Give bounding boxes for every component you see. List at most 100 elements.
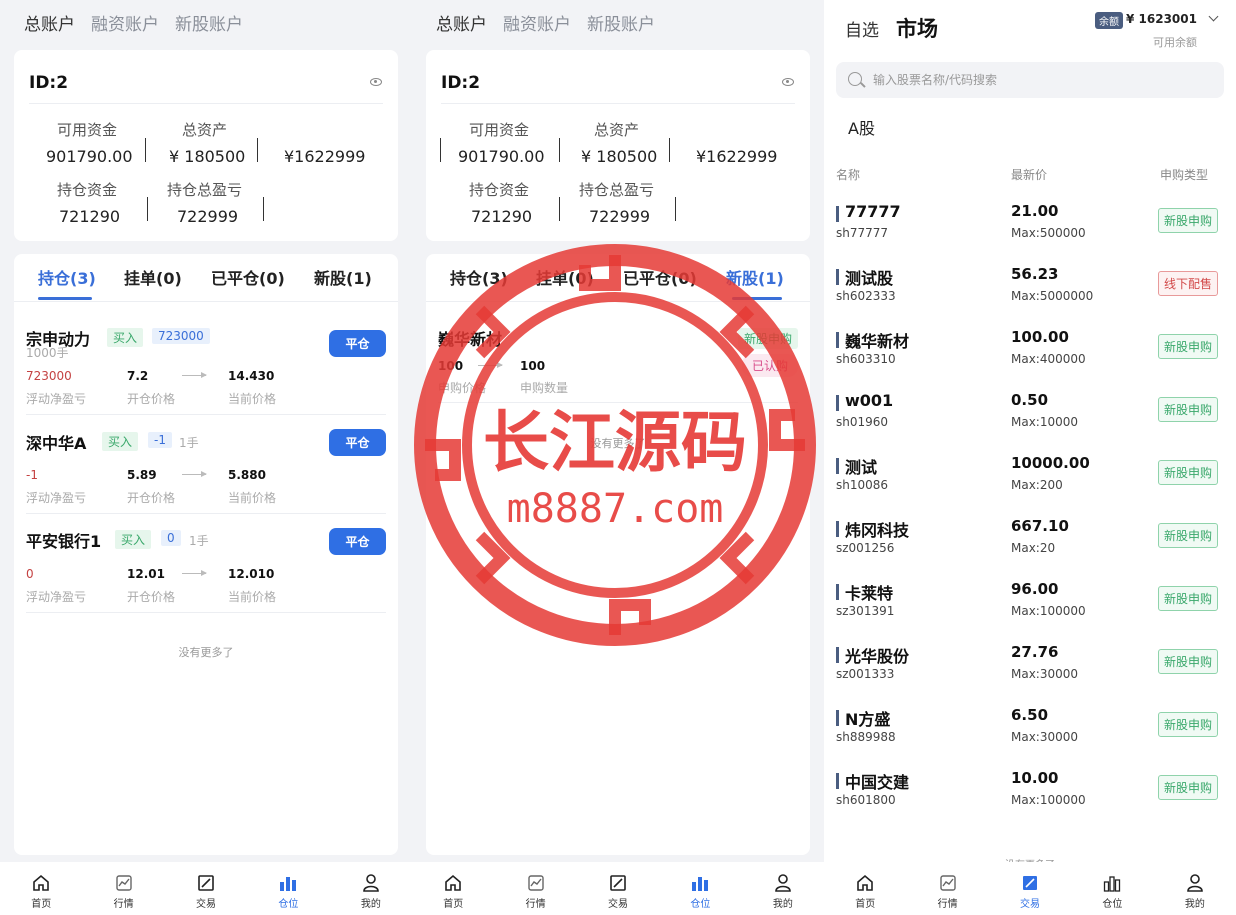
holding-row[interactable]: 宗申动力 买入 723000 1000手 平仓 723000 7.2 14.43…: [26, 316, 386, 415]
market-row[interactable]: 光华股份 sz001333 27.76 Max:30000 新股申购: [836, 639, 1224, 702]
quantity-badge: 0: [161, 530, 181, 546]
holding-row[interactable]: 深中华A 买入 -1 1手 平仓 -1 5.89 5.880 浮动净盈亏 开仓价…: [26, 415, 386, 514]
active-tab-indicator: [732, 297, 782, 300]
market-row[interactable]: 炜冈科技 sz001256 667.10 Max:20 新股申购: [836, 513, 1224, 576]
nav-trade[interactable]: 交易: [577, 862, 659, 915]
open-price-value: 12.01: [127, 567, 165, 581]
tab-ipo-account[interactable]: 新股账户: [587, 10, 655, 35]
nav-trade-label: 交易: [196, 899, 217, 910]
tab-ipo-account[interactable]: 新股账户: [175, 10, 243, 35]
market-row[interactable]: 测试 sh10086 10000.00 Max:200 新股申购: [836, 450, 1224, 513]
subscription-type-button[interactable]: 新股申购: [1157, 712, 1218, 737]
nav-market[interactable]: 行情: [82, 862, 164, 915]
search-input[interactable]: [873, 62, 1213, 98]
latest-price: 21.00: [1011, 202, 1059, 220]
subscription-type-button[interactable]: 新股申购: [1157, 523, 1218, 548]
tab-watchlist[interactable]: 自选: [845, 16, 879, 41]
tab-pending-orders[interactable]: 挂单(0): [536, 265, 594, 289]
stock-name: 中国交建: [845, 773, 910, 792]
subscription-type-button[interactable]: 线下配售: [1157, 271, 1218, 296]
market-row[interactable]: 巍华新材 sh603310 100.00 Max:400000 新股申购: [836, 324, 1224, 387]
arrow-icon: [182, 570, 207, 576]
holding-funds-label: 持仓资金: [469, 181, 530, 199]
chart-icon: [526, 873, 546, 893]
current-price-label: 当前价格: [228, 392, 277, 406]
nav-profile-label: 我的: [1184, 899, 1205, 910]
max-quantity: Max:10000: [1011, 415, 1079, 429]
stock-name: 深中华A: [26, 434, 87, 453]
nav-home[interactable]: 首页: [824, 862, 906, 915]
stock-name: N方盛: [845, 710, 891, 729]
market-row[interactable]: 77777 sh77777 21.00 Max:500000 新股申购: [836, 198, 1224, 261]
tab-margin-account[interactable]: 融资账户: [91, 10, 159, 35]
stock-name: 测试股: [845, 269, 894, 288]
tab-closed[interactable]: 已平仓(0): [623, 265, 697, 289]
nav-home[interactable]: 首页: [0, 862, 82, 915]
nav-trade-label: 交易: [1020, 899, 1041, 910]
close-position-button[interactable]: 平仓: [329, 528, 386, 555]
row-marker: [836, 584, 839, 600]
account-tabs: 总账户 融资账户 新股账户: [24, 10, 243, 35]
stock-code: sh01960: [836, 415, 889, 429]
account-id: ID:2: [441, 73, 481, 93]
balance-badge: 余额: [1095, 12, 1123, 29]
nav-positions[interactable]: 仓位: [1071, 862, 1153, 915]
tab-holdings[interactable]: 持仓(3): [450, 265, 508, 289]
tab-ipo[interactable]: 新股(1): [726, 265, 784, 289]
market-row[interactable]: w001 sh01960 0.50 Max:10000 新股申购: [836, 387, 1224, 450]
close-position-button[interactable]: 平仓: [329, 429, 386, 456]
nav-profile[interactable]: 我的: [330, 862, 412, 915]
nav-positions[interactable]: 仓位: [659, 862, 741, 915]
tab-ipo[interactable]: 新股(1): [314, 265, 372, 289]
stock-code: sh77777: [836, 226, 889, 240]
nav-profile[interactable]: 我的: [1154, 862, 1236, 915]
subscription-type-button[interactable]: 新股申购: [1157, 334, 1218, 359]
subscription-type-button[interactable]: 新股申购: [1157, 649, 1218, 674]
subscription-type-button[interactable]: 新股申购: [1157, 208, 1218, 233]
nav-trade[interactable]: 交易: [165, 862, 247, 915]
user-icon: [1185, 873, 1205, 893]
bar-chart-icon: [278, 873, 298, 893]
no-more-text: 没有更多了: [178, 646, 234, 659]
holding-row[interactable]: 平安银行1 买入 0 1手 平仓 0 12.01 12.010 浮动净盈亏 开仓…: [26, 514, 386, 613]
subscription-type-button[interactable]: 新股申购: [1157, 775, 1218, 800]
tab-total-account[interactable]: 总账户: [436, 10, 487, 35]
nav-market[interactable]: 行情: [494, 862, 576, 915]
tab-holdings[interactable]: 持仓(3): [38, 265, 96, 289]
positions-panel-2: 总账户 融资账户 新股账户 ID:2 可用资金 901790.00 总资产 ¥ …: [412, 0, 824, 915]
market-row[interactable]: N方盛 sh889988 6.50 Max:30000 新股申购: [836, 702, 1224, 765]
tab-margin-account[interactable]: 融资账户: [503, 10, 571, 35]
nav-trade[interactable]: 交易: [989, 862, 1071, 915]
tab-pending-orders[interactable]: 挂单(0): [124, 265, 182, 289]
latest-price: 10000.00: [1011, 454, 1090, 472]
side-badge: 买入: [115, 530, 152, 549]
ipo-price-label: 申购价格: [438, 381, 487, 395]
tab-closed[interactable]: 已平仓(0): [211, 265, 285, 289]
bottom-nav: 首页 行情 交易 仓位 我的: [412, 862, 824, 915]
tab-market[interactable]: 市场: [896, 13, 938, 43]
close-position-button[interactable]: 平仓: [329, 330, 386, 357]
nav-market[interactable]: 行情: [906, 862, 988, 915]
market-row[interactable]: 卡莱特 sz301391 96.00 Max:100000 新股申购: [836, 576, 1224, 639]
stock-code: sh889988: [836, 730, 896, 744]
position-tabs: 持仓(3) 挂单(0) 已平仓(0) 新股(1): [426, 254, 810, 302]
subscription-type-button[interactable]: 新股申购: [1157, 397, 1218, 422]
subscription-type-button[interactable]: 新股申购: [1157, 460, 1218, 485]
latest-price: 96.00: [1011, 580, 1059, 598]
nav-home-label: 首页: [443, 899, 464, 910]
nav-profile[interactable]: 我的: [742, 862, 824, 915]
nav-home[interactable]: 首页: [412, 862, 494, 915]
section-title[interactable]: A股: [848, 115, 875, 139]
stock-name: 巍华新材: [438, 330, 503, 349]
market-row[interactable]: 中国交建 sh601800 10.00 Max:100000 新股申购: [836, 765, 1224, 828]
nav-positions[interactable]: 仓位: [247, 862, 329, 915]
subscription-type-button[interactable]: 新股申购: [1157, 586, 1218, 611]
eye-icon[interactable]: [782, 78, 794, 86]
chevron-down-icon[interactable]: [1208, 11, 1219, 22]
market-row[interactable]: 测试股 sh602333 56.23 Max:5000000 线下配售: [836, 261, 1224, 324]
eye-icon[interactable]: [370, 78, 382, 86]
pnl-value: 0: [26, 567, 34, 581]
current-price-value: 14.430: [228, 369, 275, 383]
lots-text: 1手: [189, 534, 209, 548]
tab-total-account[interactable]: 总账户: [24, 10, 75, 35]
